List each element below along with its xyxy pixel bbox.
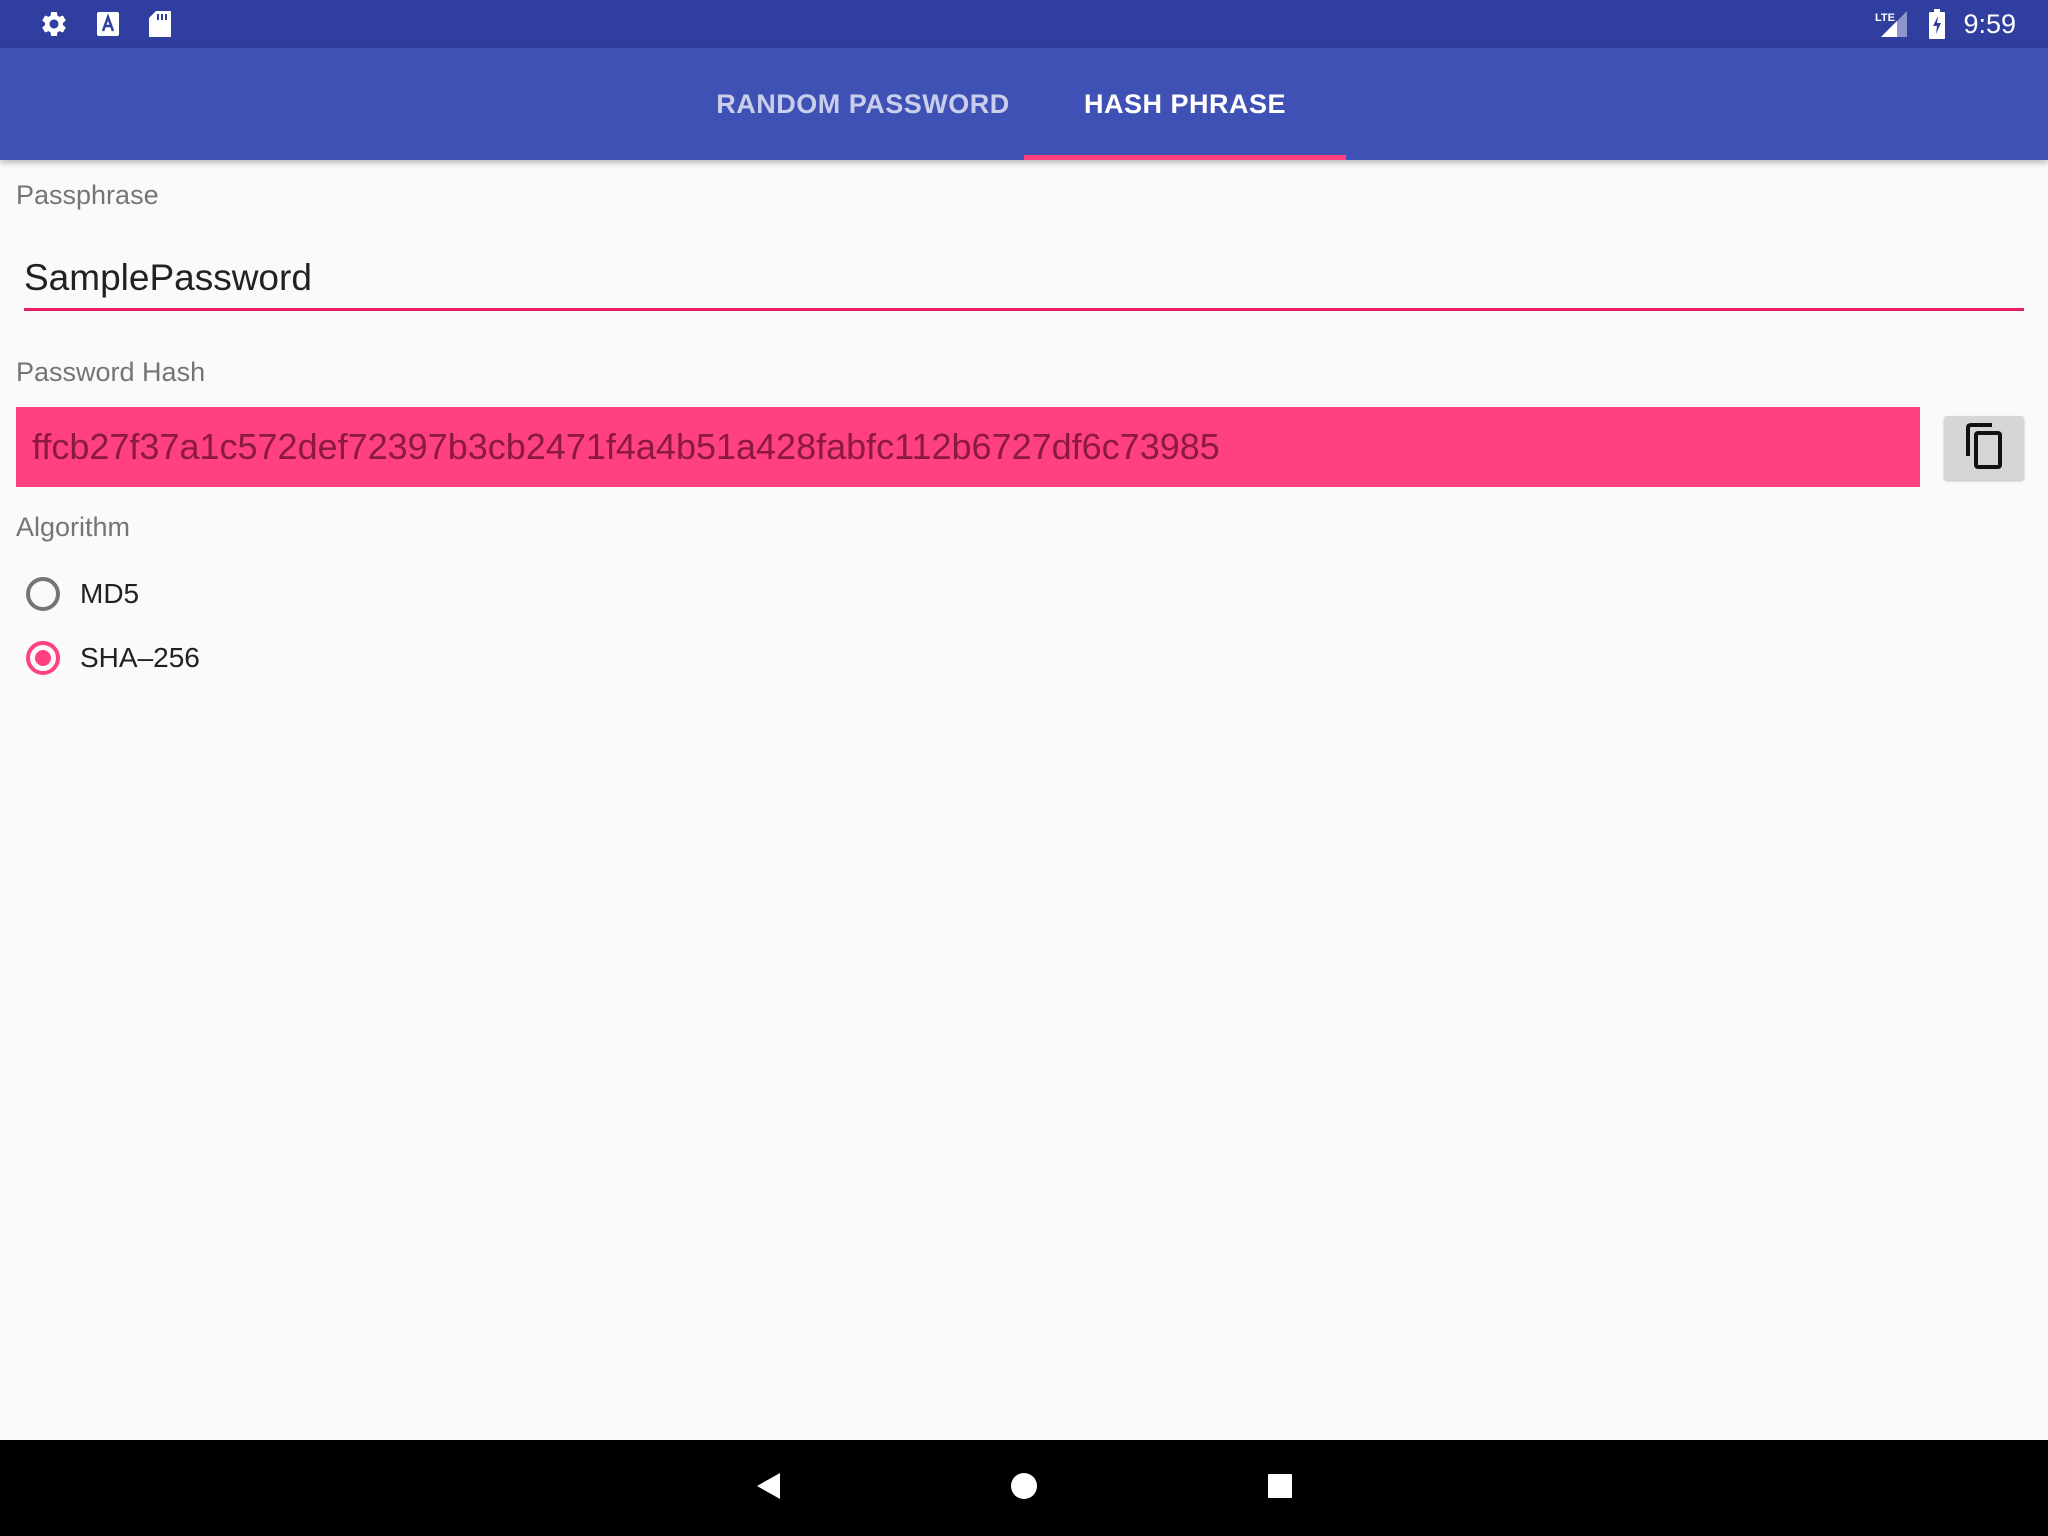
status-bar: LTE 9:59: [0, 0, 2048, 48]
tab-hash-phrase-label: HASH PHRASE: [1083, 88, 1287, 119]
algorithm-label: Algorithm: [16, 512, 131, 542]
home-button[interactable]: [976, 1440, 1072, 1536]
text-a-icon: [90, 0, 126, 48]
home-icon: [1009, 1471, 1039, 1506]
battery-icon: [1924, 0, 1950, 48]
radio-sha256-label: SHA–256: [80, 642, 200, 673]
password-hash-value[interactable]: ffcb27f37a1c572def72397b3cb2471f4a4b51a4…: [16, 407, 1920, 487]
radio-sha256-dot: [35, 650, 51, 666]
recents-icon: [1267, 1473, 1293, 1504]
passphrase-input[interactable]: [24, 248, 2024, 311]
copy-button[interactable]: [1944, 416, 2024, 480]
radio-sha256[interactable]: SHA–256: [26, 633, 200, 683]
recents-button[interactable]: [1232, 1440, 1328, 1536]
tab-random-password[interactable]: RANDOM PASSWORD: [700, 48, 1026, 160]
copy-icon: [1962, 422, 2006, 475]
tab-random-password-label: RANDOM PASSWORD: [716, 88, 1010, 119]
back-button[interactable]: [720, 1440, 816, 1536]
back-icon: [754, 1471, 782, 1506]
sd-card-icon: [142, 0, 178, 48]
lte-signal-icon: LTE: [1872, 0, 1912, 48]
radio-sha256-button[interactable]: [26, 641, 60, 675]
password-hash-label: Password Hash: [16, 357, 206, 387]
tab-indicator: [1024, 155, 1346, 160]
gear-icon: [36, 0, 72, 48]
tab-hash-phrase[interactable]: HASH PHRASE: [1024, 48, 1346, 160]
nav-bar: [0, 1440, 2048, 1536]
radio-md5-button[interactable]: [26, 577, 60, 611]
radio-md5-label: MD5: [80, 578, 140, 609]
svg-text:LTE: LTE: [1875, 12, 1895, 24]
app-bar: RANDOM PASSWORD HASH PHRASE: [0, 48, 2048, 160]
passphrase-label: Passphrase: [16, 180, 159, 210]
status-time: 9:59: [1963, 9, 2016, 39]
radio-md5[interactable]: MD5: [26, 569, 139, 619]
